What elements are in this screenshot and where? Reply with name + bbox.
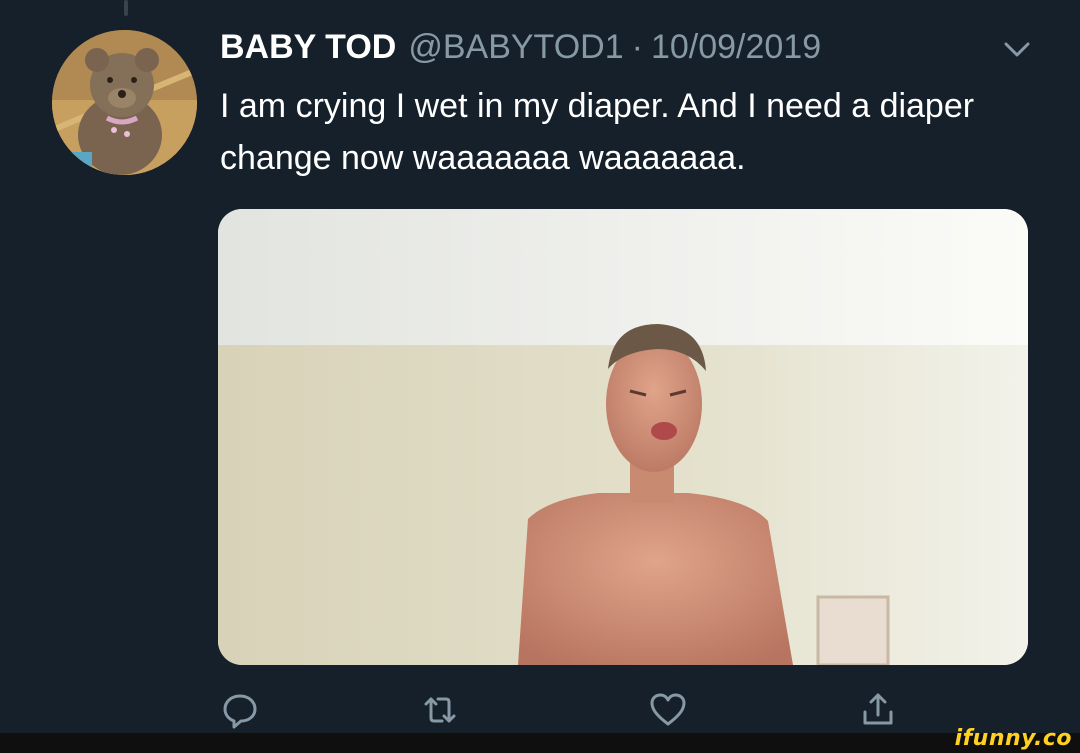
- tweet-text: I am crying I wet in my diaper. And I ne…: [220, 87, 975, 177]
- ifunny-watermark: ifunny.co: [954, 726, 1072, 751]
- share-icon[interactable]: [856, 688, 900, 732]
- tweet-header: BABY TOD @BABYTOD1 · 10/09/2019: [220, 28, 821, 72]
- chevron-down-icon[interactable]: [1000, 38, 1034, 62]
- header-separator: ·: [631, 28, 643, 66]
- tweet-media-image[interactable]: [218, 209, 1028, 665]
- avatar[interactable]: [52, 30, 197, 175]
- reply-icon[interactable]: [218, 688, 262, 732]
- watermark-bar: [0, 733, 1080, 753]
- user-handle[interactable]: @BABYTOD1: [408, 28, 623, 67]
- retweet-icon[interactable]: [418, 688, 462, 732]
- thread-connector-line: [124, 0, 128, 16]
- tweet-date[interactable]: 10/09/2019: [651, 28, 821, 67]
- display-name[interactable]: BABY TOD: [220, 28, 396, 67]
- heart-icon[interactable]: [646, 688, 690, 732]
- tweet-actions: [0, 688, 1080, 732]
